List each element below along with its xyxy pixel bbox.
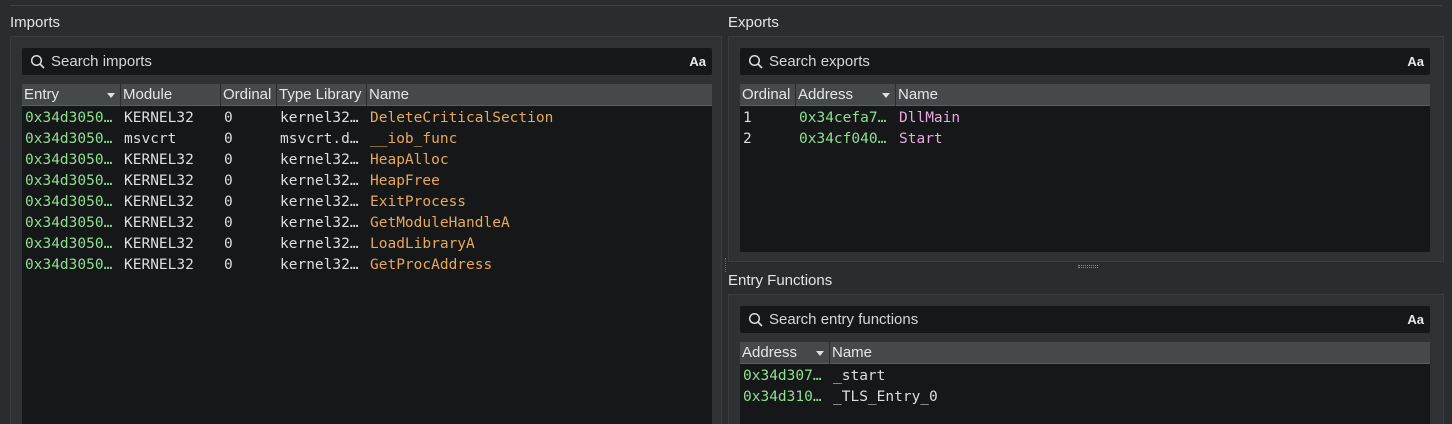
entry-function-cell-name: _start — [833, 368, 886, 384]
export-row[interactable]: 2 0x34cf040… Start — [740, 129, 1430, 150]
import-cell-entry: 0x34d3050… — [25, 194, 113, 210]
exports-col-name[interactable]: Name — [896, 84, 1430, 106]
import-cell-module: KERNEL32 — [124, 236, 194, 252]
import-cell-module: KERNEL32 — [124, 194, 194, 210]
import-row[interactable]: 0x34d3050… KERNEL32 0 kernel32… HeapAlloc — [22, 150, 712, 171]
entry-function-cell-address: 0x34d307… — [743, 368, 822, 384]
import-cell-entry: 0x34d3050… — [25, 152, 113, 168]
import-cell-module: msvcrt — [124, 131, 177, 147]
sort-desc-icon — [107, 93, 115, 98]
import-cell-typelib: kernel32… — [280, 110, 359, 126]
exports-search-placeholder: Search exports — [769, 53, 870, 70]
import-cell-typelib: kernel32… — [280, 194, 359, 210]
import-cell-entry: 0x34d3050… — [25, 110, 113, 126]
export-cell-address: 0x34cf040… — [799, 131, 887, 147]
import-cell-name: DeleteCriticalSection — [370, 110, 554, 126]
imports-case-sensitive-toggle[interactable]: Aa — [689, 54, 706, 69]
imports-table: Entry Module Ordinal Type Library Name 0… — [22, 84, 712, 424]
imports-col-entry[interactable]: Entry — [22, 84, 121, 106]
import-cell-entry: 0x34d3050… — [25, 131, 113, 147]
export-cell-address: 0x34cefa7… — [799, 110, 887, 126]
import-cell-name: HeapAlloc — [370, 152, 449, 168]
export-row[interactable]: 1 0x34cefa7… DllMain — [740, 108, 1430, 129]
exports-table-header: Ordinal Address Name — [740, 84, 1430, 106]
import-cell-module: KERNEL32 — [124, 152, 194, 168]
search-icon — [748, 54, 764, 70]
entry-functions-table-header: Address Name — [740, 342, 1430, 364]
import-cell-entry: 0x34d3050… — [25, 173, 113, 189]
import-row[interactable]: 0x34d3050… KERNEL32 0 kernel32… DeleteCritic… — [22, 108, 712, 129]
import-cell-ordinal: 0 — [224, 215, 233, 231]
import-row[interactable]: 0x34d3050… KERNEL32 0 kernel32… LoadLibraryA — [22, 234, 712, 255]
import-cell-module: KERNEL32 — [124, 215, 194, 231]
imports-search-input[interactable]: Search imports Aa — [22, 48, 712, 75]
import-cell-name: HeapFree — [370, 173, 440, 189]
import-row[interactable]: 0x34d3050… msvcrt 0 msvcrt.d… __iob_func — [22, 129, 712, 150]
export-cell-name: Start — [899, 131, 943, 147]
import-cell-module: KERNEL32 — [124, 173, 194, 189]
exports-col-ordinal[interactable]: Ordinal — [740, 84, 796, 106]
import-cell-ordinal: 0 — [224, 131, 233, 147]
import-cell-typelib: kernel32… — [280, 173, 359, 189]
export-cell-name: DllMain — [899, 110, 961, 126]
import-cell-entry: 0x34d3050… — [25, 215, 113, 231]
import-cell-typelib: kernel32… — [280, 257, 359, 273]
import-cell-ordinal: 0 — [224, 236, 233, 252]
imports-col-ordinal[interactable]: Ordinal — [221, 84, 277, 106]
import-cell-ordinal: 0 — [224, 194, 233, 210]
entry-function-cell-address: 0x34d310… — [743, 389, 822, 405]
import-cell-name: __iob_func — [370, 131, 458, 147]
import-cell-ordinal: 0 — [224, 173, 233, 189]
import-cell-name: ExitProcess — [370, 194, 467, 210]
import-row[interactable]: 0x34d3050… KERNEL32 0 kernel32… GetModuleHan… — [22, 213, 712, 234]
import-row[interactable]: 0x34d3050… KERNEL32 0 kernel32… HeapFree — [22, 171, 712, 192]
imports-col-name[interactable]: Name — [367, 84, 712, 106]
import-cell-name: GetProcAddress — [370, 257, 493, 273]
entry-functions-search-placeholder: Search entry functions — [769, 311, 919, 328]
entry-functions-table: Address Name 0x34d307… _start 0x34d310… _TL… — [740, 342, 1430, 424]
entry-functions-title: Entry Functions — [728, 272, 833, 289]
export-cell-ordinal: 2 — [743, 131, 752, 147]
vertical-splitter-handle[interactable] — [725, 258, 728, 272]
exports-table: Ordinal Address Name 1 0x34cefa7… DllMain 2… — [740, 84, 1430, 252]
imports-col-type-library[interactable]: Type Library — [277, 84, 367, 106]
search-icon — [748, 312, 764, 328]
import-cell-typelib: kernel32… — [280, 215, 359, 231]
exports-case-sensitive-toggle[interactable]: Aa — [1407, 54, 1424, 69]
import-cell-typelib: msvcrt.d… — [280, 131, 359, 147]
import-cell-entry: 0x34d3050… — [25, 236, 113, 252]
exports-title: Exports — [728, 14, 779, 31]
import-cell-ordinal: 0 — [224, 110, 233, 126]
entry-function-row[interactable]: 0x34d310… _TLS_Entry_0 — [740, 387, 1430, 408]
exports-col-address[interactable]: Address — [796, 84, 896, 106]
import-cell-typelib: kernel32… — [280, 236, 359, 252]
imports-title: Imports — [10, 14, 61, 31]
entry-function-cell-name: _TLS_Entry_0 — [833, 389, 938, 405]
entry-functions-case-sensitive-toggle[interactable]: Aa — [1407, 312, 1424, 327]
import-cell-name: LoadLibraryA — [370, 236, 475, 252]
sort-desc-icon — [882, 93, 890, 98]
entry-functions-search-input[interactable]: Search entry functions Aa — [740, 306, 1430, 333]
sort-desc-icon — [816, 351, 824, 356]
import-cell-module: KERNEL32 — [124, 110, 194, 126]
imports-search-placeholder: Search imports — [51, 53, 152, 70]
entry-functions-col-address[interactable]: Address — [740, 342, 830, 364]
imports-col-module[interactable]: Module — [121, 84, 221, 106]
import-cell-name: GetModuleHandleA — [370, 215, 510, 231]
import-row[interactable]: 0x34d3050… KERNEL32 0 kernel32… GetProcAddre… — [22, 255, 712, 276]
export-cell-ordinal: 1 — [743, 110, 752, 126]
import-cell-typelib: kernel32… — [280, 152, 359, 168]
imports-table-header: Entry Module Ordinal Type Library Name — [22, 84, 712, 106]
exports-search-input[interactable]: Search exports Aa — [740, 48, 1430, 75]
entry-function-row[interactable]: 0x34d307… _start — [740, 366, 1430, 387]
entry-functions-col-name[interactable]: Name — [830, 342, 1430, 364]
search-icon — [30, 54, 46, 70]
import-cell-module: KERNEL32 — [124, 257, 194, 273]
import-cell-ordinal: 0 — [224, 152, 233, 168]
horizontal-splitter-handle[interactable] — [1078, 265, 1098, 268]
top-border — [0, 0, 1452, 8]
import-cell-entry: 0x34d3050… — [25, 257, 113, 273]
import-row[interactable]: 0x34d3050… KERNEL32 0 kernel32… ExitProcess — [22, 192, 712, 213]
import-cell-ordinal: 0 — [224, 257, 233, 273]
